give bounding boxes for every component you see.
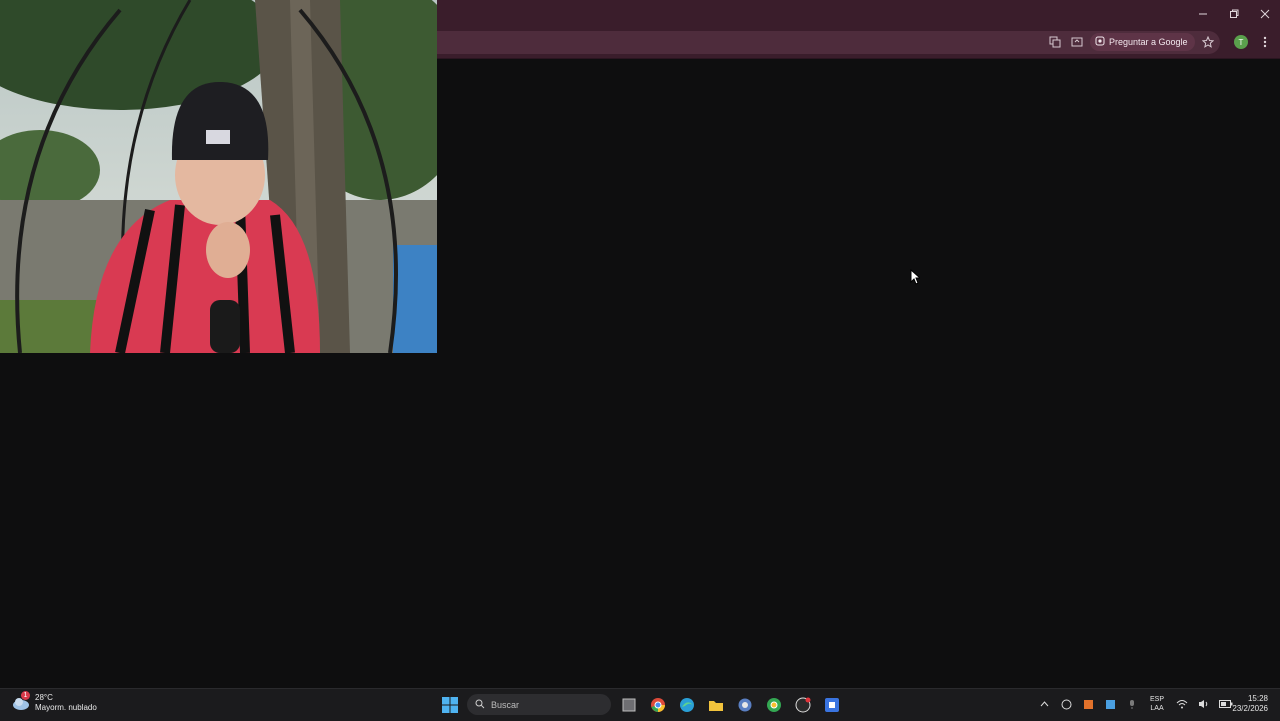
chevron-up-icon[interactable] bbox=[1036, 694, 1052, 714]
system-clock[interactable]: 15:28 23/2/2026 bbox=[1232, 694, 1268, 714]
clock-time: 15:28 bbox=[1247, 694, 1268, 703]
webcam-video-overlay bbox=[0, 0, 437, 353]
taskbar-search[interactable]: Buscar bbox=[467, 694, 611, 715]
mouse-cursor bbox=[910, 268, 922, 290]
wifi-icon[interactable] bbox=[1174, 694, 1190, 714]
weather-temperature: 28°C bbox=[35, 693, 53, 702]
profile-avatar[interactable]: T bbox=[1234, 35, 1248, 49]
search-icon bbox=[475, 699, 485, 711]
weather-widget[interactable]: 1 28°C Mayorm. nublado bbox=[12, 691, 97, 713]
chrome-icon[interactable] bbox=[646, 693, 669, 716]
weather-alert-badge: 1 bbox=[21, 691, 30, 700]
minimize-button[interactable] bbox=[1187, 0, 1218, 28]
restore-button[interactable] bbox=[1218, 0, 1249, 28]
app-square-icon[interactable] bbox=[820, 693, 843, 716]
cast-icon[interactable] bbox=[1068, 33, 1086, 51]
language-indicator[interactable]: ESP LAA bbox=[1150, 695, 1164, 713]
language-line2: LAA bbox=[1150, 705, 1164, 712]
edge-icon[interactable] bbox=[675, 693, 698, 716]
microphone-icon[interactable] bbox=[1124, 694, 1140, 714]
search-placeholder: Buscar bbox=[491, 699, 520, 710]
translate-icon[interactable] bbox=[1046, 33, 1064, 51]
chrome-profile-icon[interactable] bbox=[762, 693, 785, 716]
tray-blue-icon[interactable] bbox=[1102, 694, 1118, 714]
ask-google-label: Preguntar a Google bbox=[1109, 37, 1188, 47]
lens-icon bbox=[1095, 36, 1105, 49]
star-icon[interactable] bbox=[1199, 33, 1217, 51]
windows-taskbar: 1 28°C Mayorm. nublado Buscar ESP LAA 15… bbox=[0, 688, 1280, 721]
windows-start-icon[interactable] bbox=[438, 693, 461, 716]
obs-icon[interactable] bbox=[791, 693, 814, 716]
more-menu-icon[interactable] bbox=[1258, 34, 1272, 50]
tray-app-icon[interactable] bbox=[1058, 694, 1074, 714]
cloud-icon: 1 bbox=[12, 691, 30, 712]
task-view-icon[interactable] bbox=[617, 693, 640, 716]
system-tray: ESP LAA bbox=[1036, 694, 1234, 714]
tray-orange-icon[interactable] bbox=[1080, 694, 1096, 714]
close-button[interactable] bbox=[1249, 0, 1280, 28]
address-bar-actions: Preguntar a Google bbox=[1046, 33, 1217, 51]
language-line1: ESP bbox=[1150, 696, 1165, 703]
clock-date: 23/2/2026 bbox=[1232, 704, 1268, 713]
weather-condition: Mayorm. nublado bbox=[35, 703, 97, 712]
volume-icon[interactable] bbox=[1196, 694, 1212, 714]
window-controls bbox=[1187, 0, 1280, 28]
ask-google-button[interactable]: Preguntar a Google bbox=[1090, 33, 1195, 51]
folder-icon[interactable] bbox=[704, 693, 727, 716]
app-circle-icon[interactable] bbox=[733, 693, 756, 716]
taskbar-apps: Buscar bbox=[438, 693, 843, 716]
